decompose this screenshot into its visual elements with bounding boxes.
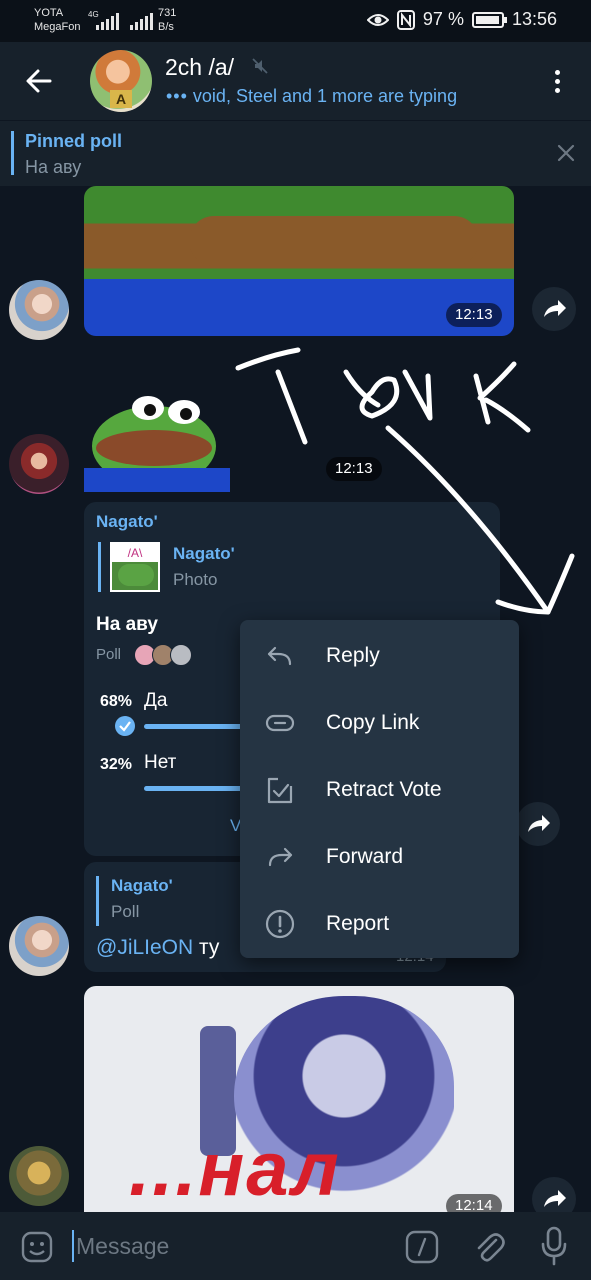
quote-author: Nagato' [173,544,235,563]
network-speed-unit: B/s [158,21,174,33]
thumbnail-image [118,564,154,586]
avatar-badge: A [110,90,132,108]
menu-item-label: Reply [326,644,380,667]
attach-icon[interactable] [472,1228,506,1266]
context-menu: Reply Copy Link Retract Vote Forward Rep… [240,620,519,958]
avatar[interactable] [9,1146,69,1206]
status-bar: YOTA MegaFon 4G 731 B/s 97 % 13:56 [0,0,591,42]
avatar[interactable] [9,434,69,494]
network-speed: 731 B/s [158,6,176,34]
quote-bar [96,876,99,926]
quote-type: Photo [173,570,218,589]
microphone-icon[interactable] [540,1226,568,1266]
battery-percent: 97 % [422,9,464,29]
pinned-message[interactable]: Pinned poll На аву [0,120,591,186]
poll-option-percent: 68% [100,693,133,710]
menu-item-retract-vote[interactable]: Retract Vote [240,756,519,823]
message-text: @JiLIeON ту [96,936,219,960]
poll-option-label: Нет [144,752,177,773]
check-icon [115,716,135,736]
signal-icon-2 [130,10,153,30]
bot-command-icon[interactable] [405,1230,439,1264]
message-time: 12:13 [446,303,502,327]
share-button[interactable] [516,802,560,846]
menu-item-copy-link[interactable]: Copy Link [240,689,519,756]
message-time: 12:14 [446,1194,502,1212]
avatar[interactable] [9,916,69,976]
pinned-text: На аву [25,157,82,177]
menu-item-label: Report [326,912,390,935]
reply-icon [267,646,292,666]
eye-comfort-icon [366,13,389,26]
forward-icon [268,847,293,867]
battery-icon [471,11,507,28]
menu-item-label: Retract Vote [326,778,442,801]
thumbnail-tag: /A\ [112,544,158,562]
forwarded-from-name[interactable]: Nagato' [96,512,158,532]
typing-text: void, Steel and 1 more are typing [192,86,458,106]
menu-item-label: Copy Link [326,711,420,734]
avatar[interactable] [9,280,69,340]
reply-author: Nagato' [111,876,173,895]
menu-item-label: Forward [326,845,404,868]
photo-caption-art: ...нал [129,1127,341,1212]
chat-title[interactable]: 2ch /a/ [165,54,234,81]
sticker-icon[interactable] [20,1230,54,1264]
photo-content [189,216,479,266]
pepe-sticker[interactable] [84,388,230,492]
message-time: 12:13 [326,457,382,481]
message-composer [0,1212,591,1280]
reply-type: Poll [111,902,140,921]
quote-bar [98,542,101,592]
menu-item-reply[interactable]: Reply [240,622,519,689]
photo-message[interactable]: ...нал 12:14 [84,986,514,1212]
quote-thumbnail: /A\ [110,542,160,592]
poll-option-label: Да [144,690,168,711]
mention-link[interactable]: @JiLIeON [96,936,193,959]
voter-avatar [170,644,192,666]
clock: 13:56 [511,9,557,29]
carrier-2: MegaFon [34,21,81,33]
muted-icon [252,58,268,74]
poll-option-bar [144,786,243,791]
typing-status: ••• void, Steel and 1 more are typing [166,86,457,107]
back-arrow-icon[interactable] [22,64,56,98]
pinned-bar [11,131,14,175]
signal-icon-1 [96,10,119,30]
carrier-1: YOTA [34,7,64,19]
more-menu-icon[interactable] [548,64,566,98]
text-caret [72,1230,74,1262]
chat-header: A 2ch /a/ ••• void, Steel and 1 more are… [0,42,591,120]
poll-option-percent: 32% [100,756,133,773]
chat-avatar[interactable]: A [90,50,152,112]
photo-message[interactable]: 12:13 [84,186,514,336]
carrier-names: YOTA MegaFon [34,6,80,34]
message-body: ту [193,936,220,959]
close-icon[interactable] [554,141,578,165]
typing-dots-icon: ••• [166,86,188,106]
message-input[interactable] [76,1228,376,1264]
poll-kind: Poll [96,646,122,663]
share-icon [544,300,566,317]
network-speed-value: 731 [158,7,177,19]
menu-item-forward[interactable]: Forward [240,823,519,890]
pinned-title: Pinned poll [25,131,122,151]
menu-item-report[interactable]: Report [240,890,519,957]
share-icon [528,815,550,832]
link-icon [265,714,295,732]
nfc-icon [396,9,415,30]
share-button[interactable] [532,287,576,331]
status-right: 97 % 13:56 [366,9,557,30]
retract-vote-icon [267,777,293,804]
report-icon [265,909,295,939]
poll-question: На аву [96,614,158,635]
